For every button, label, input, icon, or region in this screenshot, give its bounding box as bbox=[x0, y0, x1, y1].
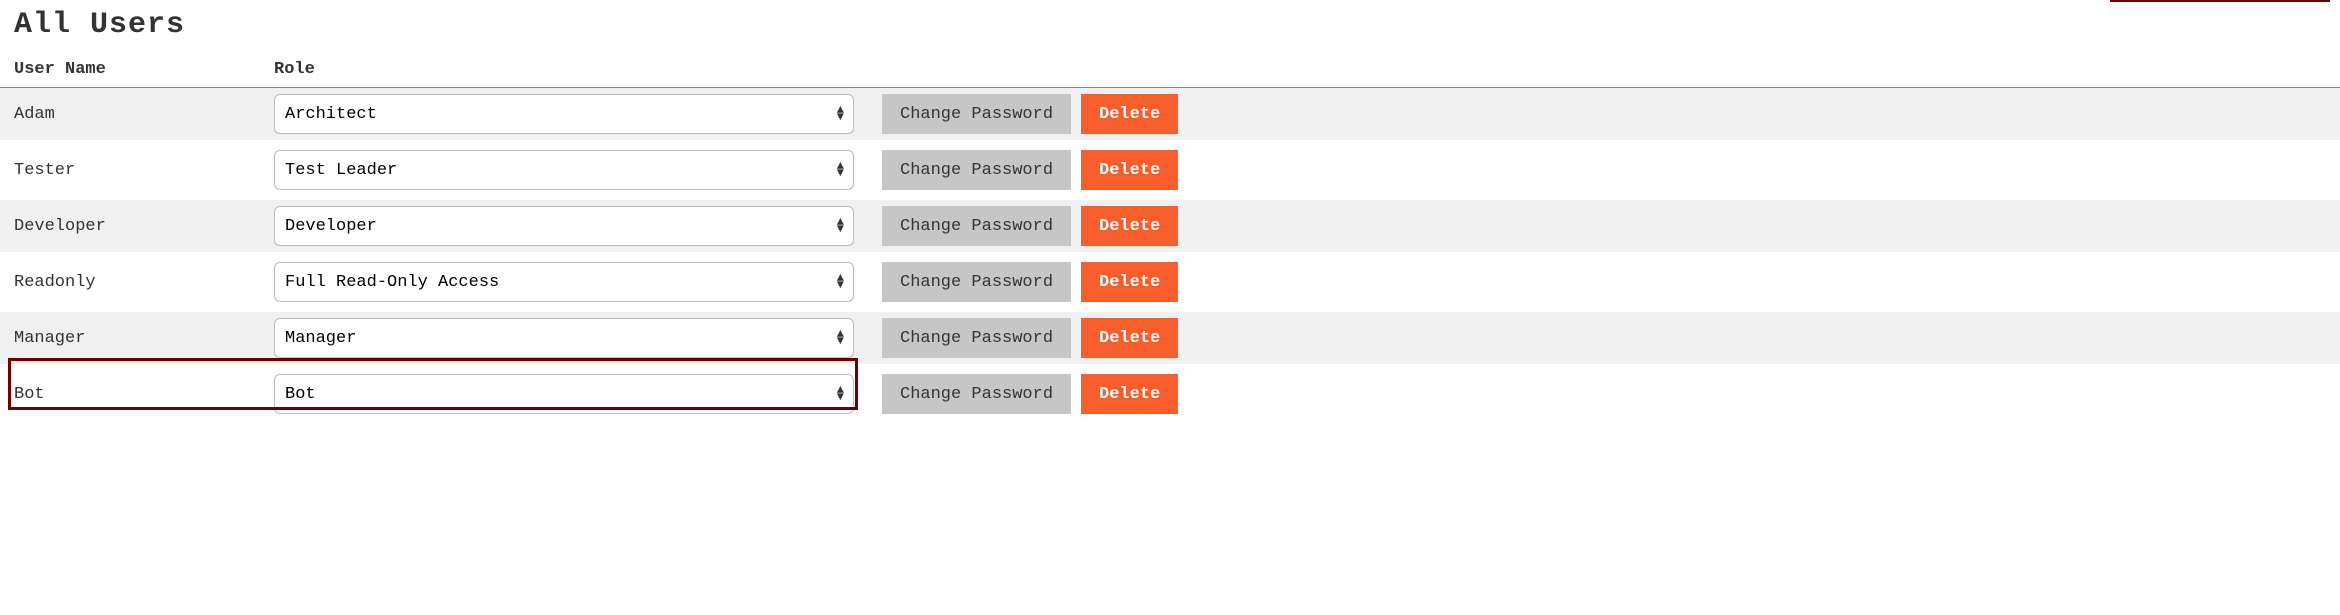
delete-button[interactable]: Delete bbox=[1081, 262, 1178, 302]
role-cell: Full Read-Only Access▲▼ bbox=[260, 254, 868, 310]
role-select[interactable]: Bot bbox=[274, 374, 854, 414]
role-select[interactable]: Developer bbox=[274, 206, 854, 246]
change-password-button[interactable]: Change Password bbox=[882, 206, 1071, 246]
role-select[interactable]: Manager bbox=[274, 318, 854, 358]
actions-cell: Change PasswordDelete bbox=[868, 366, 2340, 422]
change-password-button[interactable]: Change Password bbox=[882, 150, 1071, 190]
table-row: ReadonlyFull Read-Only Access▲▼Change Pa… bbox=[0, 254, 2340, 310]
table-row: BotBot▲▼Change PasswordDelete bbox=[0, 366, 2340, 422]
column-header-role: Role bbox=[260, 52, 868, 88]
change-password-button[interactable]: Change Password bbox=[882, 374, 1071, 414]
username-cell: Readonly bbox=[0, 254, 260, 310]
delete-button[interactable]: Delete bbox=[1081, 374, 1178, 414]
change-password-button[interactable]: Change Password bbox=[882, 262, 1071, 302]
column-header-actions bbox=[868, 52, 2340, 88]
actions-cell: Change PasswordDelete bbox=[868, 88, 2340, 143]
username-cell: Manager bbox=[0, 310, 260, 366]
change-password-button[interactable]: Change Password bbox=[882, 318, 1071, 358]
table-row: TesterTest Leader▲▼Change PasswordDelete bbox=[0, 142, 2340, 198]
delete-button[interactable]: Delete bbox=[1081, 206, 1178, 246]
table-row: AdamArchitect▲▼Change PasswordDelete bbox=[0, 88, 2340, 143]
role-select[interactable]: Full Read-Only Access bbox=[274, 262, 854, 302]
role-select[interactable]: Test Leader bbox=[274, 150, 854, 190]
actions-cell: Change PasswordDelete bbox=[868, 310, 2340, 366]
change-password-button[interactable]: Change Password bbox=[882, 94, 1071, 134]
users-table: User Name Role AdamArchitect▲▼Change Pas… bbox=[0, 52, 2340, 424]
actions-cell: Change PasswordDelete bbox=[868, 142, 2340, 198]
table-row: DeveloperDeveloper▲▼Change PasswordDelet… bbox=[0, 198, 2340, 254]
role-select[interactable]: Architect bbox=[274, 94, 854, 134]
table-header-row: User Name Role bbox=[0, 52, 2340, 88]
delete-button[interactable]: Delete bbox=[1081, 94, 1178, 134]
username-cell: Developer bbox=[0, 198, 260, 254]
role-cell: Manager▲▼ bbox=[260, 310, 868, 366]
role-cell: Developer▲▼ bbox=[260, 198, 868, 254]
column-header-username: User Name bbox=[0, 52, 260, 88]
page-title: All Users bbox=[0, 0, 2340, 52]
actions-cell: Change PasswordDelete bbox=[868, 254, 2340, 310]
role-cell: Test Leader▲▼ bbox=[260, 142, 868, 198]
role-cell: Bot▲▼ bbox=[260, 366, 868, 422]
username-cell: Bot bbox=[0, 366, 260, 422]
role-cell: Architect▲▼ bbox=[260, 88, 868, 143]
username-cell: Tester bbox=[0, 142, 260, 198]
username-cell: Adam bbox=[0, 88, 260, 143]
actions-cell: Change PasswordDelete bbox=[868, 198, 2340, 254]
table-row: ManagerManager▲▼Change PasswordDelete bbox=[0, 310, 2340, 366]
delete-button[interactable]: Delete bbox=[1081, 150, 1178, 190]
delete-button[interactable]: Delete bbox=[1081, 318, 1178, 358]
